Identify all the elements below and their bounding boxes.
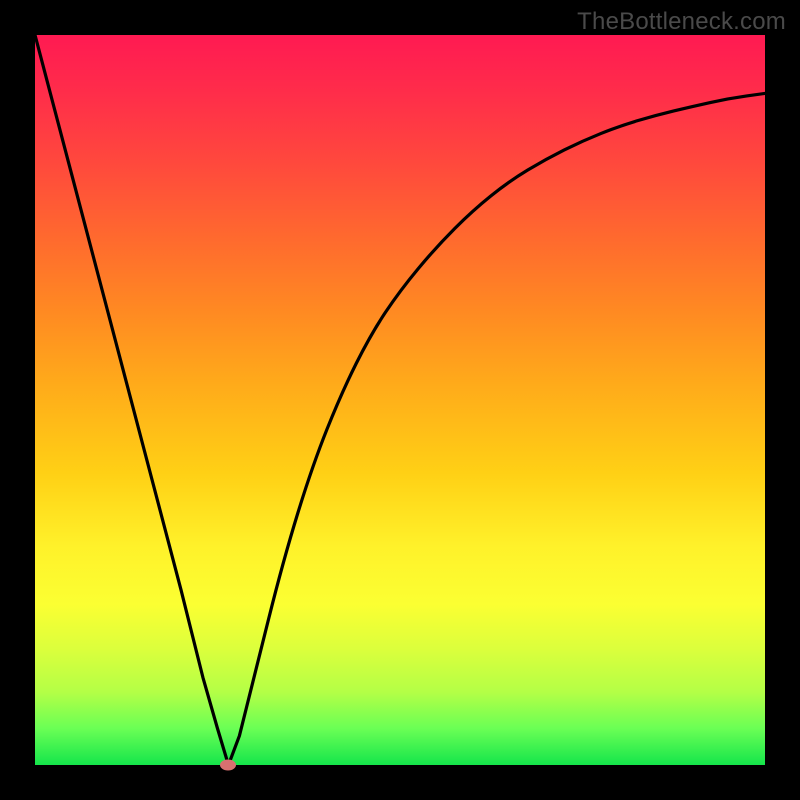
minimum-marker (220, 760, 236, 771)
chart-frame: TheBottleneck.com (0, 0, 800, 800)
plot-area (35, 35, 765, 765)
watermark-text: TheBottleneck.com (577, 8, 786, 36)
bottleneck-curve (35, 35, 765, 765)
